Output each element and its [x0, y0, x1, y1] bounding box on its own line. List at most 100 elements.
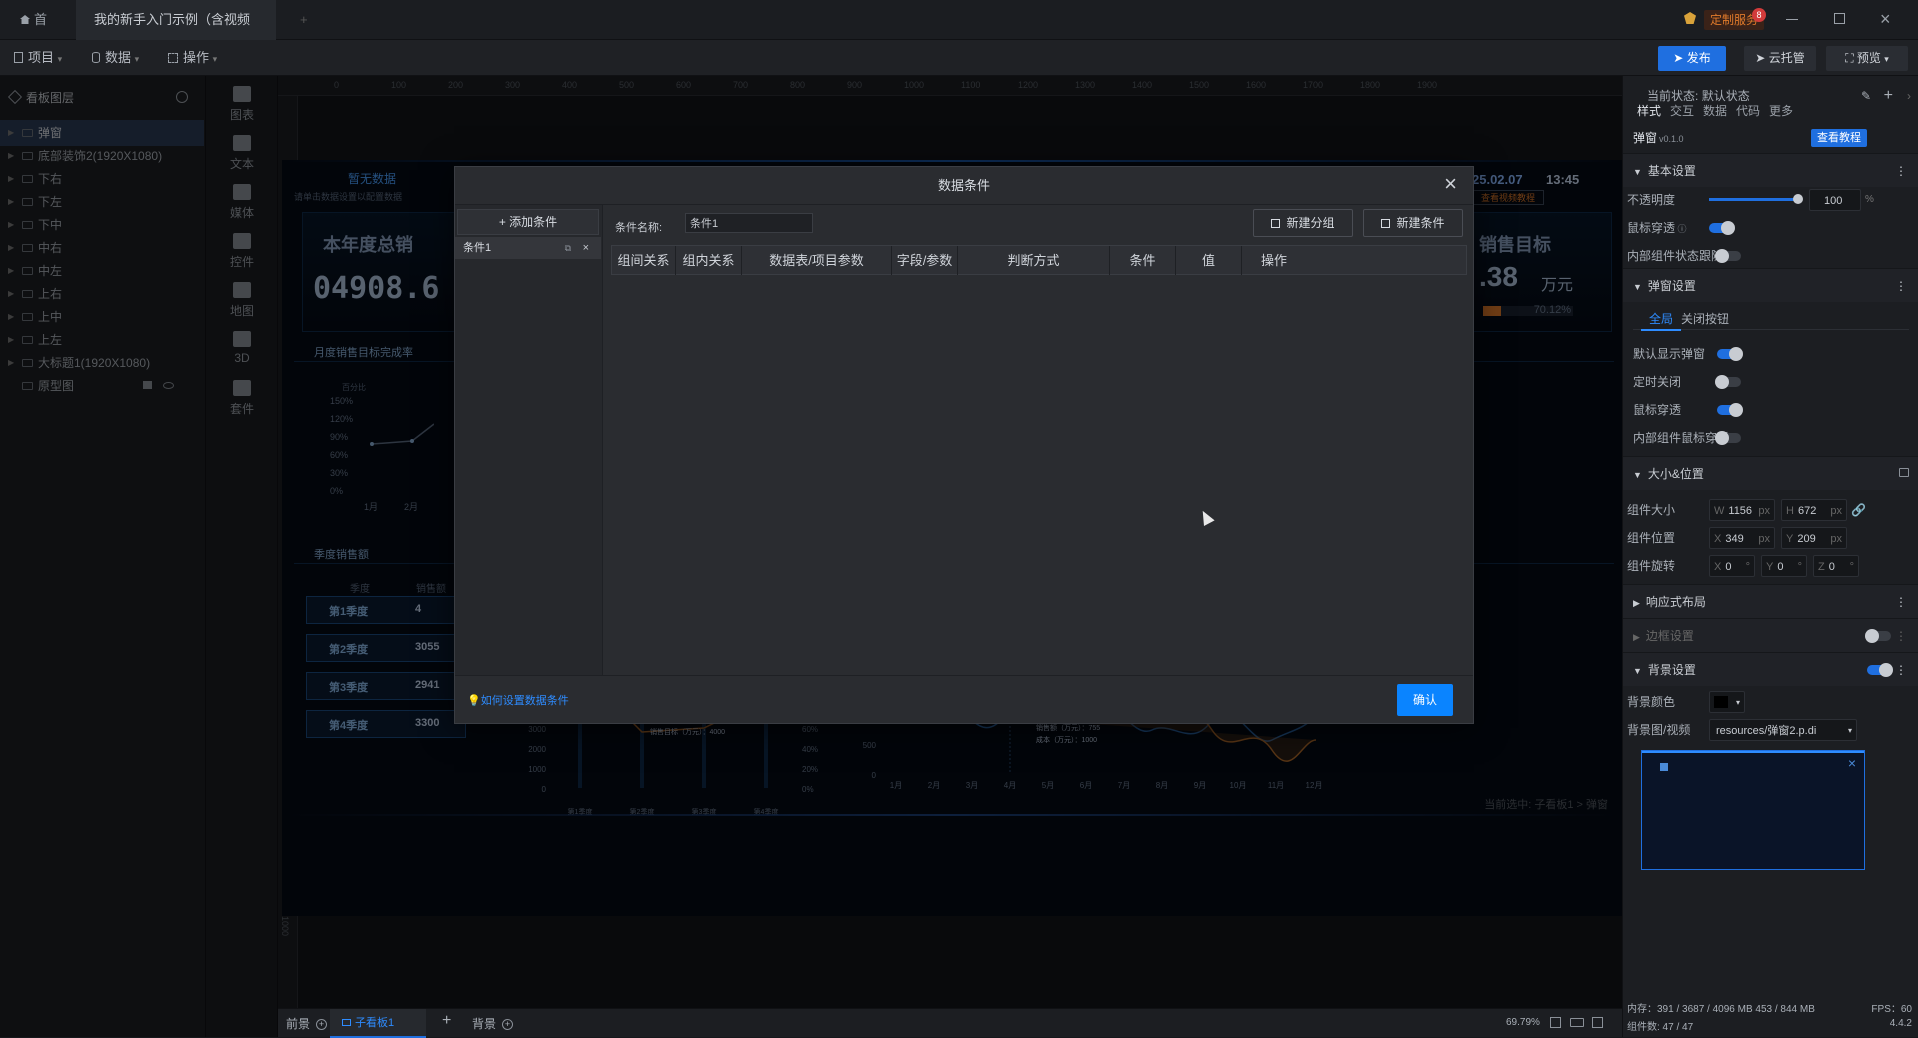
- rotation-label: 组件旋转: [1627, 559, 1676, 573]
- y-value: 209: [1797, 533, 1816, 545]
- width-input[interactable]: W 1156 px: [1709, 499, 1775, 521]
- default-show-toggle[interactable]: [1717, 347, 1743, 361]
- condition-name-input[interactable]: [685, 213, 813, 233]
- keyboard-icon[interactable]: [1570, 1018, 1584, 1027]
- bg-preview-thumbnail[interactable]: ×: [1641, 750, 1865, 870]
- add-condition-button[interactable]: + 添加条件: [457, 209, 599, 235]
- responsive-section-header[interactable]: ▶ 响应式布局 ⋮: [1623, 584, 1918, 618]
- inner-state-toggle[interactable]: [1715, 249, 1741, 263]
- timed-close-toggle[interactable]: [1715, 375, 1741, 389]
- border-toggle[interactable]: [1865, 629, 1891, 643]
- height-input[interactable]: H 672 px: [1781, 499, 1847, 521]
- position-row: 组件位置 X 349 px Y 209 px: [1623, 524, 1918, 552]
- x-input[interactable]: X 349 px: [1709, 527, 1775, 549]
- back-layer-tab[interactable]: 背景 +: [472, 1015, 514, 1032]
- property-tab[interactable]: 代码: [1736, 102, 1760, 119]
- maximize-icon[interactable]: [1834, 13, 1845, 24]
- property-tab[interactable]: 样式: [1637, 102, 1661, 119]
- menu-operate[interactable]: 操作 ▾: [168, 40, 217, 76]
- popup-tab-global[interactable]: 全局: [1641, 308, 1682, 331]
- front-layer-tab[interactable]: 前景 +: [286, 1015, 328, 1032]
- delete-icon[interactable]: ×: [583, 237, 589, 259]
- popup-section-header[interactable]: ▼ 弹窗设置 ⋮: [1623, 268, 1918, 302]
- rotate-x-input[interactable]: X 0 °: [1709, 555, 1755, 577]
- condition-table-body: [603, 275, 1473, 675]
- component-version: v0.1.0: [1659, 134, 1684, 144]
- more-icon[interactable]: ⋮: [1895, 585, 1907, 619]
- lock-icon[interactable]: [1899, 468, 1909, 477]
- w-unit: px: [1758, 505, 1770, 517]
- home-icon: [20, 15, 30, 24]
- column-header: 数据表/项目参数: [742, 246, 892, 276]
- opacity-slider[interactable]: [1709, 194, 1803, 204]
- new-group-button[interactable]: 新建分组: [1253, 209, 1353, 237]
- popup-section-title: 弹窗设置: [1647, 279, 1696, 293]
- bg-section-header[interactable]: ▼ 背景设置 ⋮: [1623, 652, 1918, 686]
- tab-home[interactable]: 首页: [0, 0, 76, 67]
- terminal-icon[interactable]: [1592, 1017, 1603, 1028]
- rotate-y-input[interactable]: Y 0 °: [1761, 555, 1807, 577]
- inner-mouse-toggle[interactable]: [1715, 431, 1741, 445]
- publish-button[interactable]: ➤ 发布: [1658, 46, 1726, 71]
- chevron-right-icon: ▶: [1633, 632, 1640, 642]
- chevron-right-icon[interactable]: ›: [1907, 76, 1911, 116]
- mouse-through2-row: 鼠标穿透: [1623, 396, 1918, 424]
- condition-list-panel: + 添加条件 条件1 ⧉ ×: [455, 205, 603, 675]
- add-circle-icon[interactable]: +: [502, 1019, 514, 1030]
- h-unit: px: [1830, 505, 1842, 517]
- add-state-icon[interactable]: +: [1884, 76, 1893, 116]
- edit-icon[interactable]: ✎: [1861, 76, 1871, 116]
- help-link[interactable]: 💡如何设置数据条件: [467, 692, 569, 708]
- column-header: 组间关系: [612, 246, 676, 276]
- column-header: 判断方式: [958, 246, 1110, 276]
- preview-button[interactable]: ⛶ 预览 ▾: [1826, 46, 1908, 71]
- basic-section-header[interactable]: ▼ 基本设置 ⋮: [1623, 153, 1918, 187]
- minimize-icon[interactable]: [1786, 19, 1798, 20]
- more-icon[interactable]: ⋮: [1895, 653, 1907, 687]
- condition-item[interactable]: 条件1 ⧉ ×: [455, 237, 601, 259]
- add-circle-icon[interactable]: +: [316, 1019, 328, 1030]
- app-version: 4.4.2: [1889, 1018, 1912, 1029]
- opacity-input[interactable]: 100: [1809, 189, 1861, 211]
- bg-media-select[interactable]: resources/弹窗2.p.di ▾: [1709, 719, 1857, 741]
- copy-icon[interactable]: ⧉: [565, 237, 571, 259]
- rz-unit: °: [1849, 561, 1854, 573]
- link-icon[interactable]: 🔗: [1851, 496, 1866, 524]
- more-icon[interactable]: ⋮: [1895, 154, 1907, 188]
- add-board-button[interactable]: +: [442, 1012, 451, 1030]
- confirm-button[interactable]: 确认: [1397, 684, 1453, 716]
- more-icon[interactable]: ⋮: [1895, 619, 1907, 653]
- popup-tab-close-button[interactable]: 关闭按钮: [1681, 310, 1729, 327]
- fit-screen-icon[interactable]: [1550, 1017, 1561, 1028]
- bg-toggle[interactable]: [1867, 663, 1893, 677]
- tab-project[interactable]: 我的新手入门示例（含视频教程） ×: [76, 0, 276, 67]
- size-section-title: 大小&位置: [1647, 467, 1704, 481]
- y-input[interactable]: Y 209 px: [1781, 527, 1847, 549]
- property-tab[interactable]: 交互: [1670, 102, 1694, 119]
- new-tab-button[interactable]: +: [282, 0, 326, 40]
- component-row: 弹窗 v0.1.0 查看教程: [1623, 124, 1918, 152]
- dialog-close-icon[interactable]: ×: [1444, 167, 1457, 201]
- chevron-down-icon: ▼: [1633, 470, 1642, 480]
- mouse-through-toggle[interactable]: [1709, 221, 1735, 235]
- property-tab[interactable]: 更多: [1769, 102, 1793, 119]
- property-tab[interactable]: 数据: [1703, 102, 1727, 119]
- tutorial-button[interactable]: 查看教程: [1811, 129, 1867, 147]
- new-condition-button[interactable]: 新建条件: [1363, 209, 1463, 237]
- help-icon[interactable]: ⓘ: [1675, 224, 1687, 234]
- zoom-level[interactable]: 69.79%: [1506, 1017, 1540, 1028]
- board-tab-active[interactable]: 子看板1: [330, 1009, 426, 1038]
- rx-prefix: X: [1714, 561, 1722, 573]
- window-close-icon[interactable]: ×: [1880, 9, 1891, 30]
- bg-color-picker[interactable]: ▾: [1709, 691, 1745, 713]
- menu-data[interactable]: 数据 ▾: [92, 40, 139, 76]
- border-section-header[interactable]: ▶ 边框设置 ⋮: [1623, 618, 1918, 652]
- mouse-through2-toggle[interactable]: [1717, 403, 1743, 417]
- opacity-slider-handle[interactable]: [1793, 194, 1803, 204]
- more-icon[interactable]: ⋮: [1895, 269, 1907, 303]
- rotate-z-input[interactable]: Z 0 °: [1813, 555, 1859, 577]
- state-value[interactable]: 默认状态: [1702, 89, 1750, 103]
- size-section-header[interactable]: ▼ 大小&位置: [1623, 456, 1918, 490]
- cloud-host-button[interactable]: ➤ 云托管: [1744, 46, 1816, 71]
- menu-project[interactable]: 项目 ▾: [14, 40, 62, 76]
